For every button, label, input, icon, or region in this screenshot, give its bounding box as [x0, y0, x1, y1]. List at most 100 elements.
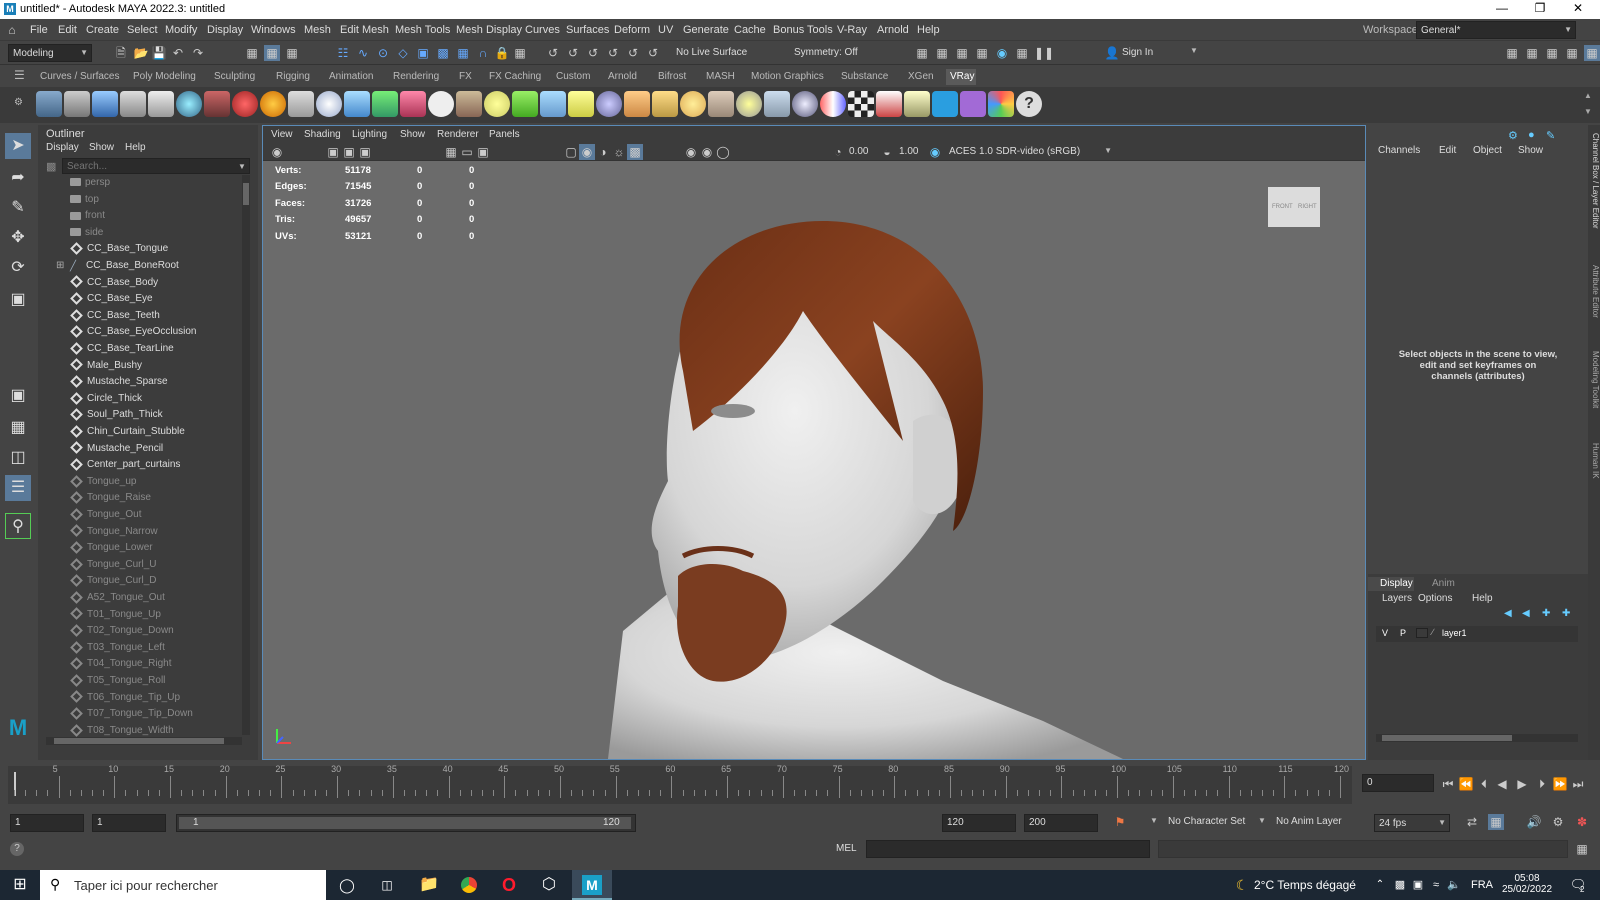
range-handle[interactable] [179, 817, 631, 829]
task-view-icon[interactable]: ◫ [372, 870, 402, 900]
outliner-item[interactable]: front [70, 210, 105, 226]
outliner-layout-icon[interactable]: ☰ [5, 475, 31, 501]
step-forward-key-icon[interactable]: ⏩ [1552, 776, 1568, 792]
minimize-button[interactable]: — [1484, 1, 1520, 15]
script-editor-icon[interactable]: ▦ [1574, 841, 1590, 857]
side-tab-channel-box[interactable]: Channel Box / Layer Editor [1588, 133, 1600, 229]
vray-frame-buffer-icon[interactable] [92, 91, 118, 117]
vray-spot-light-icon[interactable] [344, 91, 370, 117]
color-management-icon[interactable]: ◉ [927, 144, 943, 160]
chevron-down-icon[interactable]: ▼ [1150, 816, 1158, 825]
menu-cache[interactable]: Cache [734, 24, 766, 36]
auto-key-icon[interactable]: ⚑ [1112, 814, 1128, 830]
filter-icon[interactable]: ▩ [46, 160, 56, 173]
script-language-label[interactable]: MEL [836, 843, 857, 854]
outliner-item[interactable]: Tongue_Narrow [70, 524, 158, 542]
outliner-item[interactable]: T06_Tongue_Tip_Up [70, 690, 180, 708]
outliner-item[interactable]: Tongue_Curl_D [70, 574, 157, 591]
tray-network-icon[interactable]: ▣ [1410, 870, 1426, 900]
channel-menu-object[interactable]: Object [1473, 145, 1502, 156]
channel-menu-channels[interactable]: Channels [1378, 145, 1420, 156]
outliner-scrollbar[interactable] [242, 175, 250, 735]
outliner-menu-help[interactable]: Help [125, 142, 146, 153]
shelf-tab-xgen[interactable]: XGen [908, 71, 934, 82]
layer-menu-help[interactable]: Help [1472, 593, 1493, 604]
vray-render-settings-icon[interactable] [36, 91, 62, 117]
start-frame-field[interactable]: 1 [10, 814, 84, 832]
notification-icon[interactable]: 🗨 [1566, 870, 1590, 900]
live-surface-label[interactable]: No Live Surface [676, 47, 747, 58]
shelf-tab-curves-surfaces[interactable]: Curves / Surfaces [40, 71, 119, 82]
outliner-item[interactable]: Mustache_Sparse [70, 375, 168, 392]
new-layer-icon[interactable]: ✚ [1542, 608, 1550, 619]
layer-menu-options[interactable]: Options [1418, 593, 1452, 604]
menu-vray[interactable]: V-Ray [837, 24, 867, 36]
outliner-item[interactable]: Tongue_Raise [70, 491, 151, 508]
help-icon[interactable]: ? [1016, 91, 1042, 117]
shelf-tab-sculpting[interactable]: Sculpting [214, 71, 255, 82]
shelf-tab-mash[interactable]: MASH [706, 71, 735, 82]
cache-playback-icon[interactable]: ▦ [1488, 814, 1504, 830]
command-input[interactable] [866, 840, 1150, 858]
snap-edge-icon[interactable]: ▦ [455, 45, 471, 61]
viewport-menu-shading[interactable]: Shading [304, 129, 341, 140]
textured-icon[interactable]: ◑ [595, 144, 611, 160]
vray-env-fog-icon[interactable] [596, 91, 622, 117]
vray-sky-icon[interactable] [624, 91, 650, 117]
anim-prefs-icon[interactable]: ⚙ [1550, 814, 1566, 830]
outliner-item[interactable]: side [70, 227, 103, 243]
menu-help[interactable]: Help [917, 24, 940, 36]
hscrollbar-thumb[interactable] [54, 738, 224, 744]
channel-menu-show[interactable]: Show [1518, 145, 1543, 156]
vray-fur-icon[interactable] [512, 91, 538, 117]
shelf-menu-icon[interactable]: ☰ [14, 68, 25, 82]
vray-sphere-icon[interactable] [176, 91, 202, 117]
home-icon[interactable]: ⌂ [4, 22, 20, 38]
side-tab-human-ik[interactable]: Human IK [1588, 443, 1600, 479]
chevron-down-icon[interactable]: ▼ [1190, 46, 1198, 55]
taskbar-clock[interactable]: 05:08 25/02/2022 [1496, 870, 1558, 900]
step-back-key-icon[interactable]: ⏪ [1458, 776, 1474, 792]
light-editor-icon[interactable]: ▦ [1014, 45, 1030, 61]
move-layer-down-icon[interactable]: ◀ [1522, 608, 1530, 619]
anim-end-field[interactable]: 200 [1024, 814, 1098, 832]
outliner-item[interactable]: CC_Base_Teeth [70, 308, 160, 326]
opera-icon[interactable]: O [492, 870, 526, 900]
timeline-track[interactable]: 5 10 15 20 25 30 35 40 45 50 55 60 65 70 75 80 85 90 95 100… [8, 764, 1352, 804]
step-back-frame-icon[interactable]: ⏴ [1476, 776, 1492, 792]
exposure-value[interactable]: 0.00 [849, 146, 868, 157]
outliner-item[interactable]: Tongue_Curl_U [70, 557, 157, 575]
snap-curve-icon[interactable]: ∿ [355, 45, 371, 61]
outliner-item[interactable]: CC_Base_Tongue [70, 242, 168, 259]
menu-create[interactable]: Create [86, 24, 119, 36]
smooth-shade-icon[interactable]: ◉ [579, 144, 595, 160]
menu-surfaces[interactable]: Surfaces [566, 24, 609, 36]
outliner-item[interactable]: CC_Base_Body [70, 275, 158, 293]
ipr-icon[interactable]: ▦ [954, 45, 970, 61]
outliner-item[interactable]: T05_Tongue_Roll [70, 673, 165, 691]
menu-mesh[interactable]: Mesh [304, 24, 331, 36]
go-to-end-icon[interactable]: ⏭ [1570, 776, 1586, 792]
snap-view-plane-icon[interactable]: ◇ [395, 45, 411, 61]
xray-joints-icon[interactable]: ◯ [715, 144, 731, 160]
gamma-value[interactable]: 1.00 [899, 146, 918, 157]
four-view-icon[interactable]: ▦ [5, 415, 31, 441]
snap-grid-icon[interactable]: ☷ [335, 45, 351, 61]
outliner-item[interactable]: persp [70, 177, 110, 193]
new-scene-icon[interactable]: 🗎 [113, 45, 129, 61]
gamma-icon[interactable]: ◒ [879, 144, 895, 160]
vray-cloud-icon[interactable] [932, 91, 958, 117]
chevron-down-icon[interactable]: ▼ [238, 162, 246, 171]
tray-security-icon[interactable]: ▩ [1392, 870, 1408, 900]
volume-icon[interactable]: 🔈 [1446, 870, 1462, 900]
new-layer-selected-icon[interactable]: ✚ [1562, 608, 1570, 619]
attribute-editor-icon[interactable]: ▦ [1524, 45, 1540, 61]
anim-start-field[interactable]: 1 [92, 814, 166, 832]
outliner-item[interactable]: Tongue_up [70, 474, 137, 492]
loop-icon[interactable]: ⇄ [1464, 814, 1480, 830]
pause-viewport-icon[interactable]: ❚❚ [1034, 45, 1054, 61]
shelf-tab-rigging[interactable]: Rigging [276, 71, 310, 82]
undo-icon[interactable]: ↶ [170, 45, 186, 61]
vray-sun-light-icon[interactable] [736, 91, 762, 117]
vray-palette-icon[interactable] [988, 91, 1014, 117]
